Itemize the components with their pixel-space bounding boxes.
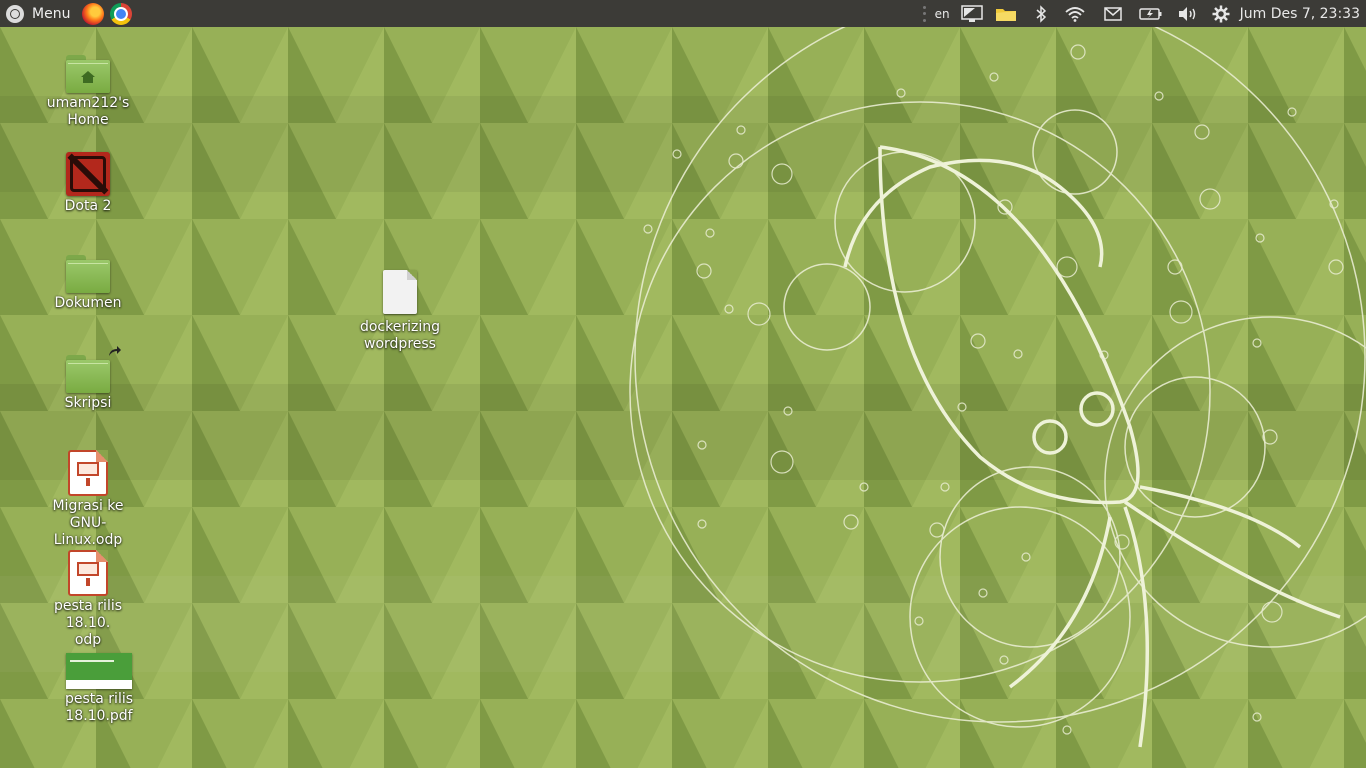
ubuntu-logo-icon: [6, 4, 24, 23]
symlink-arrow-icon: [109, 346, 121, 356]
system-settings-gear-icon[interactable]: [1206, 0, 1236, 27]
presentation-icon: [68, 450, 108, 496]
mail-icon[interactable]: [1094, 0, 1132, 27]
icon-label: Dokumen: [54, 295, 122, 311]
keyboard-layout-indicator[interactable]: en: [935, 0, 950, 27]
desktop[interactable]: umam212's Home Dota 2 Dokumen Skripsi Mi…: [0, 27, 1366, 768]
top-panel: Menu en Jum Des 7, 23:33: [0, 0, 1366, 27]
wallpaper: [0, 27, 1366, 768]
tray-separator: [922, 0, 935, 27]
icon-label: Dota 2: [64, 198, 112, 214]
desktop-icon-dota2[interactable]: Dota 2: [33, 152, 143, 215]
wifi-icon[interactable]: [1056, 0, 1094, 27]
folder-link-icon: [66, 346, 121, 393]
folder-icon: [66, 255, 110, 293]
icon-label: dockerizing wordpress: [359, 319, 440, 352]
icon-label: pesta rilis 18.10.pdf: [64, 691, 134, 724]
firefox-icon[interactable]: [82, 2, 105, 25]
desktop-icon-home[interactable]: umam212's Home: [33, 55, 143, 129]
desktop-icon-dokumen[interactable]: Dokumen: [33, 255, 143, 312]
desktop-icon-pesta-pdf[interactable]: pesta rilis 18.10.pdf: [33, 653, 165, 725]
icon-label: umam212's Home: [46, 95, 130, 128]
dota2-icon: [66, 152, 110, 196]
text-document-icon: [383, 270, 417, 314]
icon-label: Skripsi: [64, 395, 112, 411]
files-folder-icon[interactable]: [986, 0, 1026, 27]
menu-label: Menu: [32, 5, 71, 22]
battery-icon[interactable]: [1132, 0, 1170, 27]
pdf-thumbnail-icon: [66, 653, 132, 689]
clock[interactable]: Jum Des 7, 23:33: [1240, 0, 1366, 27]
bluetooth-icon[interactable]: [1026, 0, 1056, 27]
display-settings-icon[interactable]: [958, 0, 986, 27]
desktop-icon-pesta-odp[interactable]: pesta rilis 18.10. odp: [33, 550, 143, 649]
icon-label: pesta rilis 18.10. odp: [53, 598, 123, 648]
home-folder-icon: [66, 55, 110, 93]
chrome-icon[interactable]: [110, 2, 133, 25]
icon-label: Migrasi ke GNU- Linux.odp: [52, 498, 124, 548]
menu-button[interactable]: Menu: [0, 0, 78, 27]
desktop-icon-migrasi-odp[interactable]: Migrasi ke GNU- Linux.odp: [33, 450, 143, 549]
presentation-icon: [68, 550, 108, 596]
desktop-icon-skripsi[interactable]: Skripsi: [33, 346, 143, 412]
volume-icon[interactable]: [1170, 0, 1206, 27]
desktop-icon-dockerizing-wordpress[interactable]: dockerizing wordpress: [345, 270, 455, 353]
